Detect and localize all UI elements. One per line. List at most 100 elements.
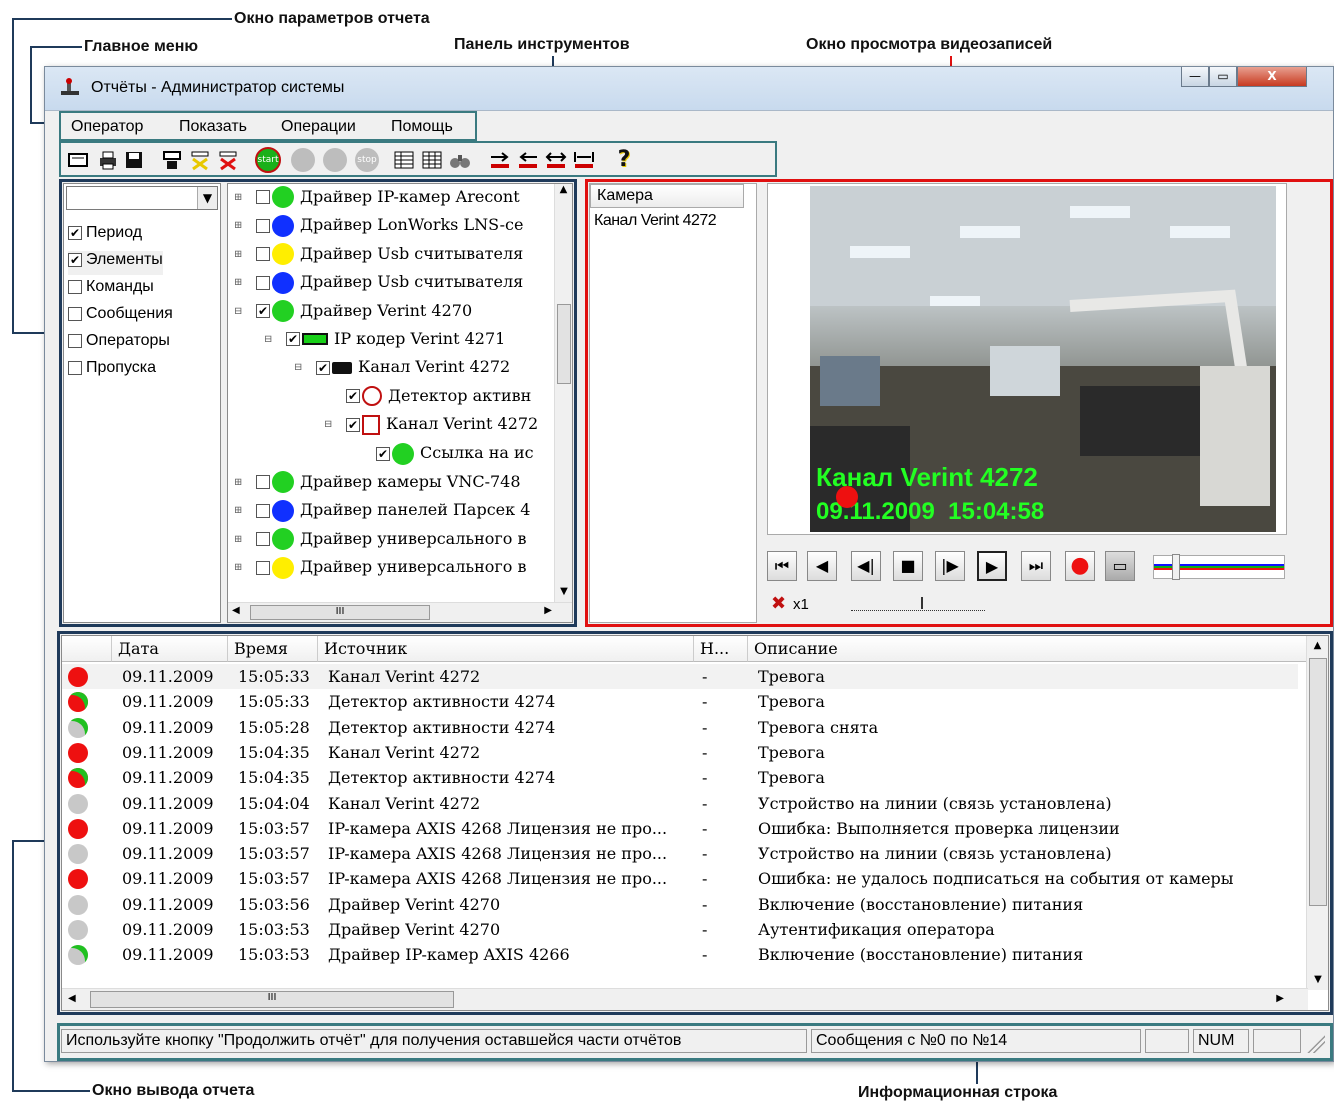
expand-icon[interactable]: ⊟ <box>324 419 336 430</box>
params-item[interactable]: Команды <box>68 278 154 302</box>
menu-operator[interactable]: Оператор <box>71 118 143 136</box>
scroll-right-icon[interactable]: ▶ <box>1276 993 1284 1004</box>
table-row[interactable]: 09.11.2009 15:03:53 Драйвер IP-камер AXIS … <box>62 942 1298 967</box>
tree-checkbox[interactable] <box>346 389 360 403</box>
tree-checkbox[interactable] <box>256 275 270 290</box>
table-row[interactable]: 09.11.2009 15:03:57 IP-камера AXIS 4268 Ли… <box>62 816 1298 841</box>
tree-item[interactable]: ⊞ Драйвер камеры VNC-748 <box>234 471 521 499</box>
scroll-down-icon[interactable]: ▼ <box>1307 970 1328 990</box>
filter-clear-icon[interactable] <box>189 149 211 171</box>
params-item[interactable]: Сообщения <box>68 305 173 329</box>
scroll-left-icon[interactable]: ◀ <box>232 605 240 616</box>
scroll-right-icon[interactable]: ▶ <box>544 605 552 616</box>
column-header[interactable]: Источник <box>318 636 694 662</box>
menu-operations[interactable]: Операции <box>281 118 356 136</box>
tree-checkbox[interactable] <box>256 218 270 233</box>
column-header[interactable]: Описание <box>748 636 1310 662</box>
report-params-icon[interactable] <box>67 149 89 171</box>
params-checkbox[interactable] <box>68 225 82 240</box>
scroll-left-icon[interactable]: ◀ <box>68 993 76 1004</box>
menu-help[interactable]: Помощь <box>391 118 453 136</box>
filter-delete-icon[interactable] <box>217 149 239 171</box>
tree-checkbox[interactable] <box>256 503 270 518</box>
stop-button[interactable]: ■ <box>893 551 923 581</box>
expand-icon[interactable]: ⊞ <box>234 192 246 203</box>
tree-item[interactable]: ⊞ Драйвер LonWorks LNS-ce <box>234 214 523 243</box>
save-icon[interactable] <box>123 149 145 171</box>
params-checkbox[interactable] <box>68 279 82 294</box>
column-header[interactable] <box>62 636 112 662</box>
table-row[interactable]: 09.11.2009 15:05:33 Детектор активности 42… <box>62 689 1298 714</box>
speed-reset-icon[interactable]: ✖ <box>771 593 786 614</box>
tree-item[interactable]: ⊞ Драйвер универсального в <box>234 528 527 556</box>
expand-icon[interactable]: ⊟ <box>264 334 276 345</box>
first-frame-button[interactable]: ⏮ <box>767 551 797 581</box>
filter-icon[interactable] <box>161 149 183 171</box>
expand-icon[interactable]: ⊞ <box>234 477 246 488</box>
report-hscrollbar[interactable]: ◀ III ▶ <box>62 988 1308 1010</box>
camera-list-item[interactable]: Канал Verint 4272 <box>594 212 717 230</box>
snapshot-button[interactable]: ▭ <box>1105 551 1135 581</box>
expand-icon[interactable]: ⊟ <box>294 362 306 373</box>
hscroll-thumb[interactable]: III <box>90 991 454 1008</box>
columns-icon[interactable] <box>393 149 415 171</box>
play-button[interactable]: ▶ <box>977 551 1007 581</box>
scroll-thumb[interactable] <box>557 304 571 384</box>
expand-icon[interactable]: ⊞ <box>234 534 246 545</box>
resize-grip-icon[interactable] <box>1307 1035 1325 1053</box>
table-row[interactable]: 09.11.2009 15:04:35 Детектор активности 42… <box>62 765 1298 790</box>
column-header[interactable]: Дата <box>112 636 228 662</box>
record-button[interactable]: ● <box>1065 551 1095 581</box>
camera-list-header[interactable]: Камера <box>590 184 744 208</box>
tree-item[interactable]: ⊟ Канал Verint 4272 <box>294 357 510 385</box>
params-checkbox[interactable] <box>68 333 82 348</box>
pause-icon[interactable] <box>323 148 347 172</box>
params-checkbox[interactable] <box>68 306 82 321</box>
record-icon[interactable] <box>291 148 315 172</box>
tree-item[interactable]: ⊞ Драйвер панелей Парсек 4 <box>234 499 530 528</box>
params-item[interactable]: Период <box>68 224 142 248</box>
scroll-up-icon[interactable]: ▲ <box>1307 636 1328 656</box>
stop-icon[interactable]: stop <box>355 148 379 172</box>
expand-icon[interactable]: ⊞ <box>234 220 246 231</box>
minimize-button[interactable]: — <box>1181 67 1209 87</box>
column-header[interactable]: Время <box>228 636 318 662</box>
step-forward-button[interactable]: |▶ <box>935 551 965 581</box>
params-checkbox[interactable] <box>68 360 82 375</box>
volume-thumb[interactable] <box>1172 554 1180 580</box>
tree-item[interactable]: ⊞ Драйвер Usb считывателя <box>234 243 523 271</box>
tree-item[interactable]: ⊟ Драйвер Verint 4270 <box>234 300 472 328</box>
table-row[interactable]: 09.11.2009 15:03:53 Драйвер Verint 4270 - Ау… <box>62 917 1298 942</box>
details-icon[interactable] <box>421 149 443 171</box>
tree-item[interactable]: ⊞ Драйвер универсального в <box>234 556 527 585</box>
volume-slider[interactable] <box>1153 554 1285 580</box>
table-row[interactable]: 09.11.2009 15:05:33 Канал Verint 4272 - Трев… <box>62 664 1298 689</box>
maximize-button[interactable]: ▭ <box>1209 67 1237 87</box>
speed-slider[interactable] <box>851 597 985 611</box>
column-header[interactable]: Н... <box>694 636 748 662</box>
tree-checkbox[interactable] <box>256 475 270 489</box>
step-back-button[interactable]: ◀︎| <box>851 551 881 581</box>
table-row[interactable]: 09.11.2009 15:03:57 IP-камера AXIS 4268 Ли… <box>62 866 1298 891</box>
tree-checkbox[interactable] <box>256 190 270 204</box>
expand-icon[interactable]: ⊞ <box>234 249 246 260</box>
help-icon[interactable]: ? <box>613 149 635 171</box>
start-icon[interactable]: start <box>255 147 281 173</box>
arrows-both-icon[interactable] <box>545 149 567 171</box>
tree-checkbox[interactable] <box>286 332 300 346</box>
tree-item[interactable]: ⊟ Канал Verint 4272 <box>324 414 538 442</box>
arrow-right-icon[interactable] <box>489 149 511 171</box>
expand-icon[interactable]: ⊟ <box>234 306 246 317</box>
scroll-up-icon[interactable]: ▲ <box>555 184 572 202</box>
menu-show[interactable]: Показать <box>179 118 247 136</box>
expand-icon[interactable]: ⊞ <box>234 562 246 573</box>
tree-checkbox[interactable] <box>256 247 270 261</box>
params-item[interactable]: Элементы <box>68 251 163 275</box>
tree-hscrollbar[interactable]: ◀ III ▶ <box>228 602 572 622</box>
tree-checkbox[interactable] <box>256 560 270 575</box>
last-frame-button[interactable]: ⏭ <box>1021 551 1051 581</box>
table-row[interactable]: 09.11.2009 15:05:28 Детектор активности 42… <box>62 715 1298 740</box>
tree-item[interactable]: Ссылка на ис <box>354 442 534 471</box>
params-checkbox[interactable] <box>68 252 82 267</box>
tree-item[interactable]: Детектор активн <box>324 386 531 414</box>
